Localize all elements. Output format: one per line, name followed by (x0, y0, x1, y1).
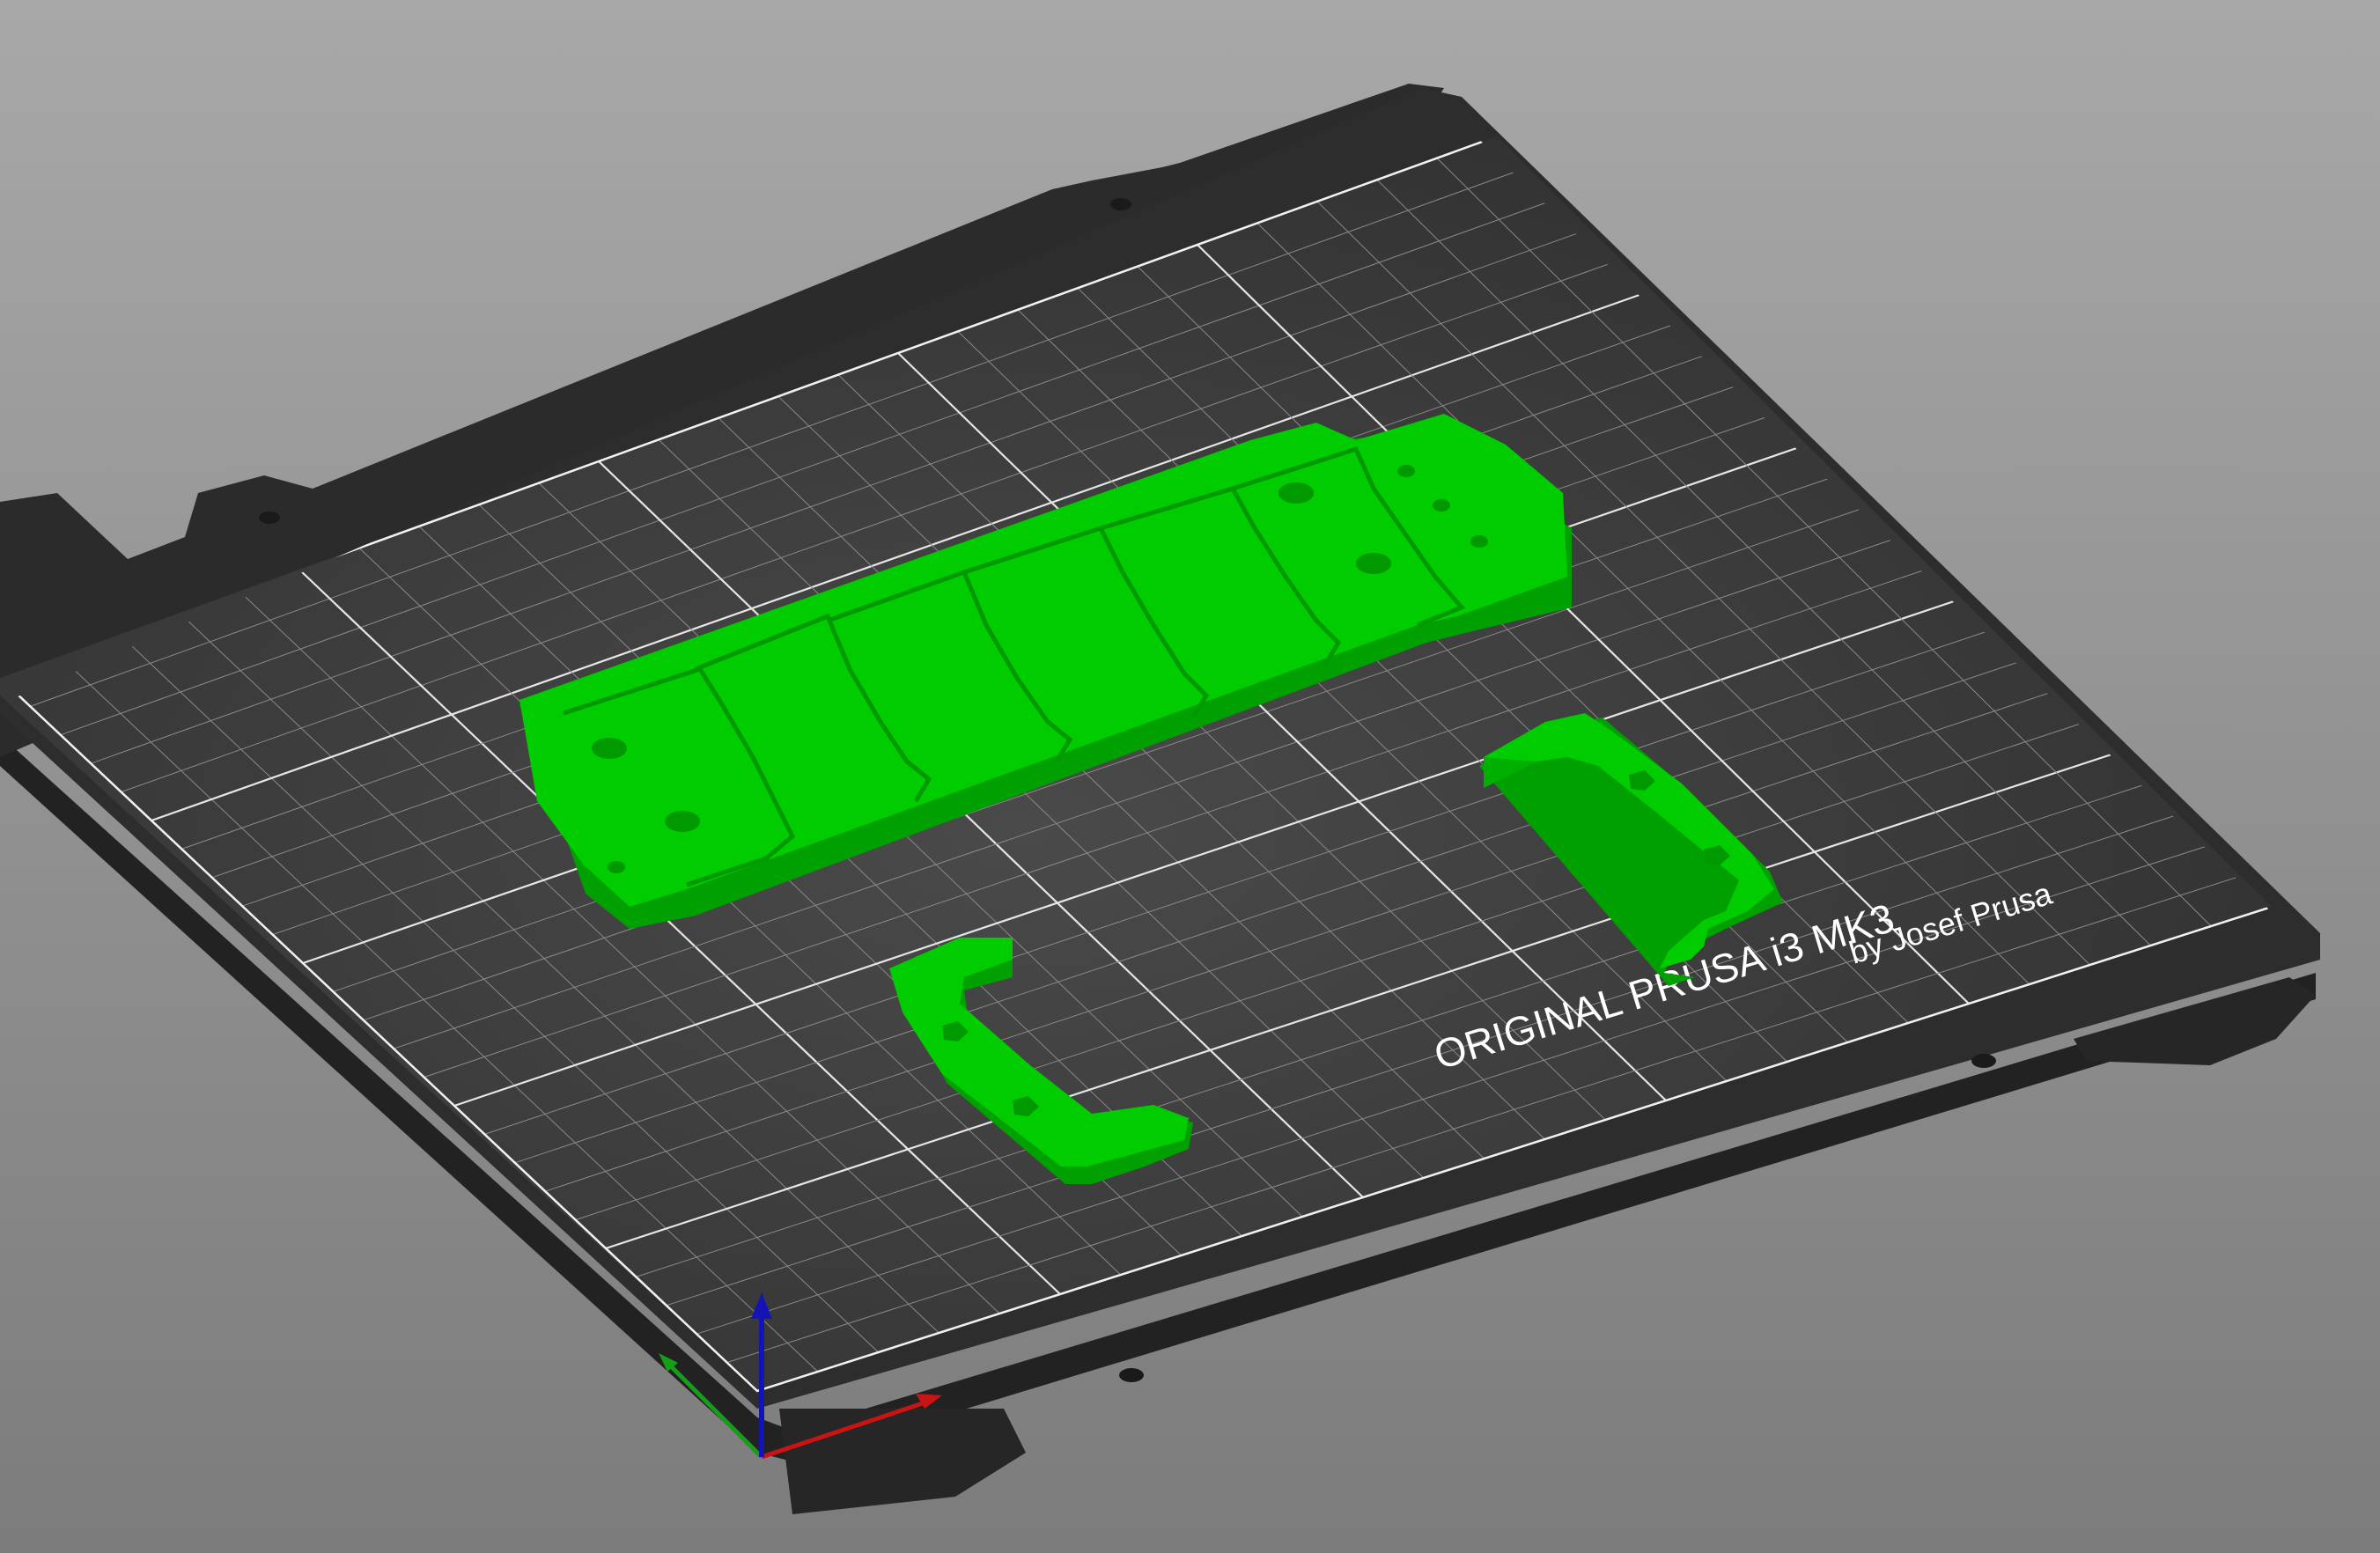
3d-viewport[interactable]: ORIGINAL PRUSA i3 MK3 by Josef Prusa (0, 0, 2380, 1553)
